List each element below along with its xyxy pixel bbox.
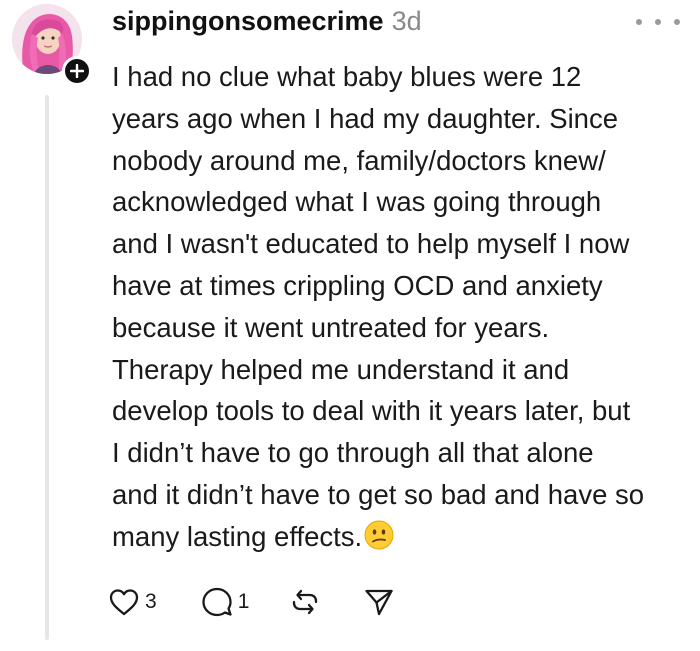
post-header: sippingonsomecrime 3d [112, 6, 422, 42]
thread-line [45, 95, 49, 640]
heart-icon [109, 589, 139, 616]
reply-button[interactable]: 1 [201, 586, 250, 618]
comment-bubble-icon [202, 587, 232, 617]
more-dots-icon [674, 19, 680, 25]
username[interactable]: sippingonsomecrime [112, 6, 384, 37]
post-text-line: I had no clue what baby blues were 12 [112, 61, 582, 92]
post-text-line: years ago when I had my daughter. Since [112, 102, 619, 134]
share-button[interactable] [363, 586, 395, 618]
post-text-line: Therapy helped me understand it and [112, 353, 570, 385]
post-text-line: and I wasn't educated to help myself I n… [112, 228, 630, 260]
post-text-line: have at times crippling OCD and anxiety [112, 269, 603, 301]
like-count: 3 [145, 590, 157, 613]
more-dots-icon [655, 19, 661, 25]
repost-button[interactable] [289, 586, 321, 618]
timestamp: 3d [391, 6, 422, 36]
post-actions: 3 1 [108, 584, 395, 620]
post-text-line: develop tools to deal with it years late… [112, 395, 631, 427]
post-text-line: many lasting effects. [112, 520, 363, 552]
avatar-container[interactable] [12, 4, 92, 86]
more-dots-icon [636, 19, 642, 25]
repost-arrows-icon [293, 589, 318, 615]
post-text-line: I didn’t have to go through all that alo… [112, 437, 594, 469]
reply-count: 1 [237, 590, 250, 613]
post-text-line: nobody around me, family/doctors knew/ [112, 144, 606, 176]
send-icon [365, 589, 394, 616]
post-text-line: because it went untreated for years. [112, 311, 550, 343]
post-text-last-line: many lasting effects. [112, 516, 692, 558]
post-text-line: acknowledged what I was going through [112, 186, 602, 218]
post-text-line: and it didn’t have to get so bad and hav… [112, 478, 645, 510]
confused-face-icon [364, 520, 394, 550]
follow-button[interactable] [62, 56, 92, 86]
more-options-button[interactable] [636, 10, 680, 34]
plus-icon [70, 64, 84, 78]
post-text: I had no clue what baby blues were 12 ye… [112, 56, 692, 558]
like-button[interactable]: 3 [108, 587, 157, 617]
